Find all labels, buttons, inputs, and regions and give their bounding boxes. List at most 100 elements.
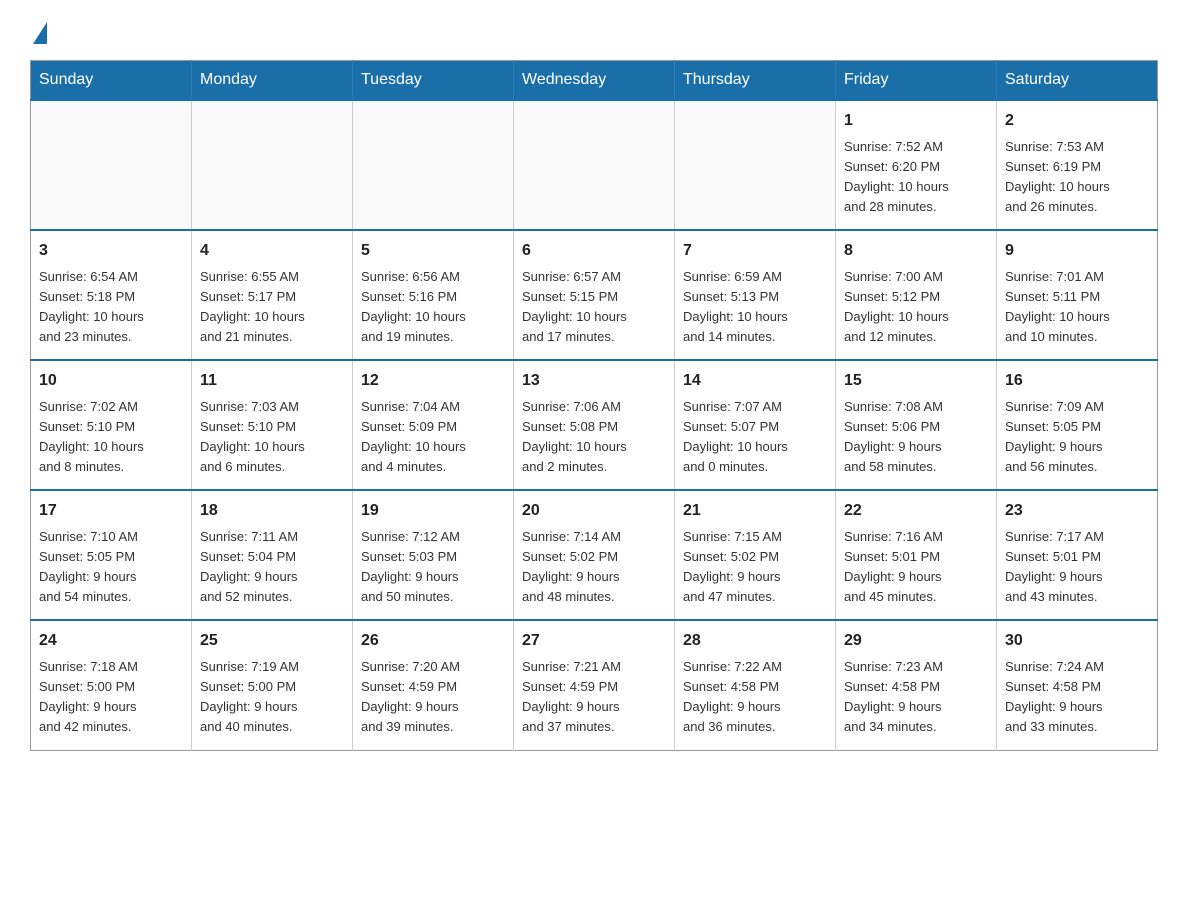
calendar-cell-w2-d3: 5 Sunrise: 6:56 AMSunset: 5:16 PMDaylight… [353, 230, 514, 360]
calendar-cell-w5-d2: 25 Sunrise: 7:19 AMSunset: 5:00 PMDayligh… [192, 620, 353, 750]
day-info-14: Sunrise: 7:07 AMSunset: 5:07 PMDaylight:… [683, 397, 827, 478]
calendar-cell-w4-d7: 23 Sunrise: 7:17 AMSunset: 5:01 PMDayligh… [997, 490, 1158, 620]
calendar-cell-w5-d3: 26 Sunrise: 7:20 AMSunset: 4:59 PMDayligh… [353, 620, 514, 750]
day-info-10: Sunrise: 7:02 AMSunset: 5:10 PMDaylight:… [39, 397, 183, 478]
calendar-cell-w5-d6: 29Sunrise: 7:23 AMSunset: 4:58 PMDayligh… [836, 620, 997, 750]
day-number-9: 9 [1005, 239, 1149, 263]
weekday-header-saturday: Saturday [997, 61, 1158, 101]
day-info-2: Sunrise: 7:53 AMSunset: 6:19 PMDaylight:… [1005, 137, 1149, 218]
calendar-cell-w5-d5: 28 Sunrise: 7:22 AMSunset: 4:58 PMDayligh… [675, 620, 836, 750]
day-info-12: Sunrise: 7:04 AMSunset: 5:09 PMDaylight:… [361, 397, 505, 478]
day-number-10: 10 [39, 369, 183, 393]
day-info-18: Sunrise: 7:11 AMSunset: 5:04 PMDaylight:… [200, 527, 344, 608]
day-info-1: Sunrise: 7:52 AMSunset: 6:20 PMDaylight:… [844, 137, 988, 218]
day-info-24: Sunrise: 7:18 AMSunset: 5:00 PMDaylight:… [39, 657, 183, 738]
day-number-14: 14 [683, 369, 827, 393]
calendar-cell-w3-d4: 13 Sunrise: 7:06 AMSunset: 5:08 PMDayligh… [514, 360, 675, 490]
day-number-28: 28 [683, 629, 827, 653]
day-info-22: Sunrise: 7:16 AMSunset: 5:01 PMDaylight:… [844, 527, 988, 608]
day-number-19: 19 [361, 499, 505, 523]
day-info-17: Sunrise: 7:10 AMSunset: 5:05 PMDaylight:… [39, 527, 183, 608]
day-info-27: Sunrise: 7:21 AMSunset: 4:59 PMDaylight:… [522, 657, 666, 738]
weekday-header-sunday: Sunday [31, 61, 192, 101]
weekday-header-friday: Friday [836, 61, 997, 101]
day-number-25: 25 [200, 629, 344, 653]
calendar-cell-w1-d6: 1Sunrise: 7:52 AMSunset: 6:20 PMDaylight… [836, 100, 997, 230]
weekday-header-thursday: Thursday [675, 61, 836, 101]
calendar-cell-w2-d6: 8 Sunrise: 7:00 AMSunset: 5:12 PMDaylight… [836, 230, 997, 360]
calendar-cell-w2-d2: 4Sunrise: 6:55 AMSunset: 5:17 PMDaylight… [192, 230, 353, 360]
day-number-23: 23 [1005, 499, 1149, 523]
page-header [30, 20, 1158, 42]
day-info-23: Sunrise: 7:17 AMSunset: 5:01 PMDaylight:… [1005, 527, 1149, 608]
weekday-header-wednesday: Wednesday [514, 61, 675, 101]
weekday-header-monday: Monday [192, 61, 353, 101]
day-number-17: 17 [39, 499, 183, 523]
day-info-20: Sunrise: 7:14 AMSunset: 5:02 PMDaylight:… [522, 527, 666, 608]
day-info-30: Sunrise: 7:24 AMSunset: 4:58 PMDaylight:… [1005, 657, 1149, 738]
day-info-11: Sunrise: 7:03 AMSunset: 5:10 PMDaylight:… [200, 397, 344, 478]
day-number-7: 7 [683, 239, 827, 263]
day-number-22: 22 [844, 499, 988, 523]
calendar-week-5: 24Sunrise: 7:18 AMSunset: 5:00 PMDayligh… [31, 620, 1158, 750]
day-info-3: Sunrise: 6:54 AMSunset: 5:18 PMDaylight:… [39, 267, 183, 348]
calendar-week-3: 10 Sunrise: 7:02 AMSunset: 5:10 PMDayligh… [31, 360, 1158, 490]
day-number-30: 30 [1005, 629, 1149, 653]
day-number-8: 8 [844, 239, 988, 263]
calendar-week-4: 17 Sunrise: 7:10 AMSunset: 5:05 PMDayligh… [31, 490, 1158, 620]
day-info-15: Sunrise: 7:08 AMSunset: 5:06 PMDaylight:… [844, 397, 988, 478]
day-info-5: Sunrise: 6:56 AMSunset: 5:16 PMDaylight:… [361, 267, 505, 348]
day-info-6: Sunrise: 6:57 AMSunset: 5:15 PMDaylight:… [522, 267, 666, 348]
day-number-20: 20 [522, 499, 666, 523]
calendar-cell-w4-d4: 20 Sunrise: 7:14 AMSunset: 5:02 PMDayligh… [514, 490, 675, 620]
calendar-cell-w3-d5: 14 Sunrise: 7:07 AMSunset: 5:07 PMDayligh… [675, 360, 836, 490]
weekday-header-tuesday: Tuesday [353, 61, 514, 101]
calendar-cell-w2-d7: 9 Sunrise: 7:01 AMSunset: 5:11 PMDaylight… [997, 230, 1158, 360]
calendar-cell-w3-d1: 10 Sunrise: 7:02 AMSunset: 5:10 PMDayligh… [31, 360, 192, 490]
calendar-cell-w1-d5 [675, 100, 836, 230]
day-number-2: 2 [1005, 109, 1149, 133]
calendar-week-2: 3 Sunrise: 6:54 AMSunset: 5:18 PMDaylight… [31, 230, 1158, 360]
calendar-cell-w5-d4: 27 Sunrise: 7:21 AMSunset: 4:59 PMDayligh… [514, 620, 675, 750]
day-number-16: 16 [1005, 369, 1149, 393]
day-info-8: Sunrise: 7:00 AMSunset: 5:12 PMDaylight:… [844, 267, 988, 348]
day-number-4: 4 [200, 239, 344, 263]
day-info-13: Sunrise: 7:06 AMSunset: 5:08 PMDaylight:… [522, 397, 666, 478]
calendar-cell-w2-d4: 6 Sunrise: 6:57 AMSunset: 5:15 PMDaylight… [514, 230, 675, 360]
day-number-6: 6 [522, 239, 666, 263]
day-number-13: 13 [522, 369, 666, 393]
calendar-cell-w3-d7: 16Sunrise: 7:09 AMSunset: 5:05 PMDayligh… [997, 360, 1158, 490]
calendar-cell-w3-d2: 11 Sunrise: 7:03 AMSunset: 5:10 PMDayligh… [192, 360, 353, 490]
calendar-cell-w4-d3: 19 Sunrise: 7:12 AMSunset: 5:03 PMDayligh… [353, 490, 514, 620]
calendar-cell-w5-d7: 30 Sunrise: 7:24 AMSunset: 4:58 PMDayligh… [997, 620, 1158, 750]
day-info-28: Sunrise: 7:22 AMSunset: 4:58 PMDaylight:… [683, 657, 827, 738]
day-info-25: Sunrise: 7:19 AMSunset: 5:00 PMDaylight:… [200, 657, 344, 738]
calendar-cell-w4-d5: 21 Sunrise: 7:15 AMSunset: 5:02 PMDayligh… [675, 490, 836, 620]
day-number-5: 5 [361, 239, 505, 263]
day-number-3: 3 [39, 239, 183, 263]
calendar-header: SundayMondayTuesdayWednesdayThursdayFrid… [31, 61, 1158, 101]
day-number-26: 26 [361, 629, 505, 653]
day-number-27: 27 [522, 629, 666, 653]
day-number-15: 15 [844, 369, 988, 393]
calendar-cell-w3-d3: 12Sunrise: 7:04 AMSunset: 5:09 PMDayligh… [353, 360, 514, 490]
day-info-19: Sunrise: 7:12 AMSunset: 5:03 PMDaylight:… [361, 527, 505, 608]
day-number-18: 18 [200, 499, 344, 523]
calendar-cell-w1-d4 [514, 100, 675, 230]
calendar-cell-w4-d2: 18 Sunrise: 7:11 AMSunset: 5:04 PMDayligh… [192, 490, 353, 620]
calendar-cell-w1-d7: 2 Sunrise: 7:53 AMSunset: 6:19 PMDaylight… [997, 100, 1158, 230]
calendar-cell-w1-d3 [353, 100, 514, 230]
calendar-cell-w3-d6: 15 Sunrise: 7:08 AMSunset: 5:06 PMDayligh… [836, 360, 997, 490]
calendar-cell-w2-d1: 3 Sunrise: 6:54 AMSunset: 5:18 PMDaylight… [31, 230, 192, 360]
day-number-11: 11 [200, 369, 344, 393]
calendar-cell-w4-d6: 22 Sunrise: 7:16 AMSunset: 5:01 PMDayligh… [836, 490, 997, 620]
day-number-21: 21 [683, 499, 827, 523]
day-info-9: Sunrise: 7:01 AMSunset: 5:11 PMDaylight:… [1005, 267, 1149, 348]
day-info-21: Sunrise: 7:15 AMSunset: 5:02 PMDaylight:… [683, 527, 827, 608]
calendar-body: 1Sunrise: 7:52 AMSunset: 6:20 PMDaylight… [31, 100, 1158, 750]
day-info-26: Sunrise: 7:20 AMSunset: 4:59 PMDaylight:… [361, 657, 505, 738]
day-info-7: Sunrise: 6:59 AMSunset: 5:13 PMDaylight:… [683, 267, 827, 348]
logo-triangle-icon [33, 22, 47, 44]
logo [30, 20, 47, 42]
calendar-cell-w1-d2 [192, 100, 353, 230]
